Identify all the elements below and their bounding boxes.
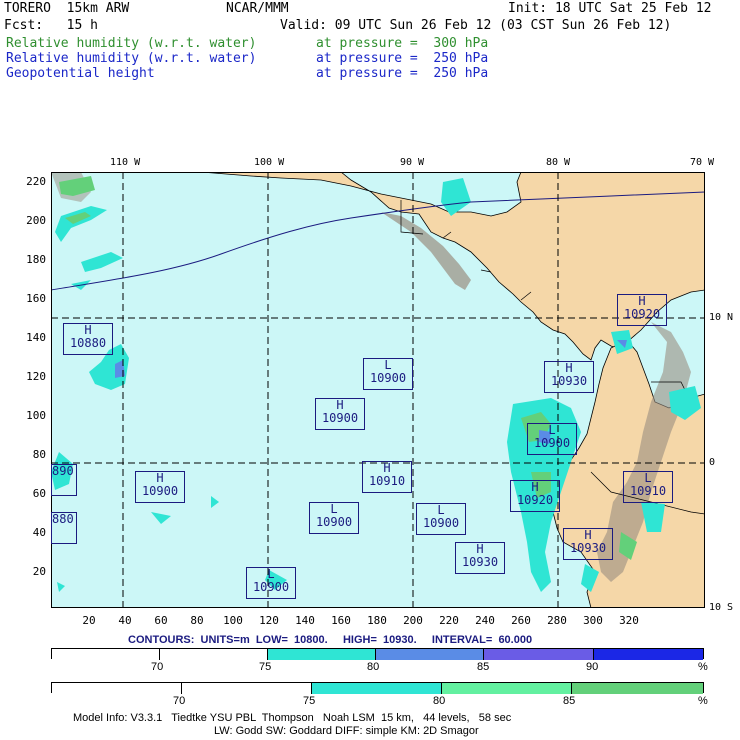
pressure-center-partial: 880 [51, 512, 77, 544]
lon-label-90w: 90 W [400, 157, 425, 168]
y-tick: 100 [26, 409, 46, 422]
pressure-center-high: H 10930 [544, 361, 594, 393]
pressure-center-low: L 10900 [527, 423, 577, 455]
pressure-center-high: H 10920 [510, 480, 560, 512]
field3-name: Geopotential height [6, 66, 155, 81]
colorbar-300hpa [51, 682, 704, 694]
lon-label-110w: 110 W [110, 157, 141, 168]
y-tick: 40 [32, 526, 46, 539]
x-tick: 300 [583, 614, 603, 627]
pressure-center-low: L 10900 [363, 358, 413, 390]
y-tick: 220 [26, 175, 46, 188]
field3-level: at pressure = 250 hPa [316, 66, 489, 81]
model-title: TORERO 15km ARW [4, 1, 130, 16]
field1-level: at pressure = 300 hPa [316, 36, 489, 51]
lon-label-70w: 70 W [690, 157, 715, 168]
x-tick: 120 [259, 614, 279, 627]
pressure-center-high: H 10880 [63, 323, 113, 355]
lon-label-100w: 100 W [254, 157, 285, 168]
colorbar2-tick: 85 [563, 695, 576, 707]
x-tick: 260 [511, 614, 531, 627]
colorbar2-tick: 75 [303, 695, 316, 707]
y-tick: 200 [26, 214, 46, 227]
lat-label-10s: 10 S [709, 602, 734, 613]
colorbar2-tick: 70 [173, 695, 186, 707]
physics-info: LW: Godd SW: Goddard DIFF: simple KM: 2D… [214, 725, 479, 737]
pressure-center-partial: 890 [51, 464, 77, 496]
x-tick: 200 [403, 614, 423, 627]
colorbar1-tick: 80 [367, 661, 380, 673]
pressure-center-high: H 10920 [617, 294, 667, 326]
pressure-center-low: L 10900 [309, 502, 359, 534]
field2-name: Relative humidity (w.r.t. water) [6, 51, 257, 66]
y-tick: 20 [32, 565, 46, 578]
y-tick: 120 [26, 370, 46, 383]
model-info: Model Info: V3.3.1 Tiedtke YSU PBL Thomp… [73, 712, 512, 724]
x-tick: 40 [118, 614, 132, 627]
valid-time: Valid: 09 UTC Sun 26 Feb 12 (03 CST Sun … [280, 18, 672, 33]
x-tick: 100 [223, 614, 243, 627]
pressure-center-high: H 10900 [135, 471, 185, 503]
colorbar2-tick: 80 [433, 695, 446, 707]
contour-info: CONTOURS: UNITS=m LOW= 10800. HIGH= 1093… [128, 634, 533, 646]
x-tick: 160 [331, 614, 351, 627]
x-tick: 80 [190, 614, 204, 627]
colorbar1-tick: 70 [151, 661, 164, 673]
center-label: NCAR/MMM [226, 1, 289, 16]
y-tick: 80 [32, 448, 46, 461]
pressure-center-low: L 10910 [623, 471, 673, 503]
forecast-hour: Fcst: 15 h [4, 18, 98, 33]
y-tick: 160 [26, 292, 46, 305]
pressure-center-high: H 10930 [455, 542, 505, 574]
pressure-center-high: H 10900 [315, 398, 365, 430]
x-tick: 280 [547, 614, 567, 627]
colorbar1-tick: 90 [586, 661, 599, 673]
x-tick: 220 [439, 614, 459, 627]
colorbar1-tick: 85 [477, 661, 490, 673]
pressure-center-low: L 10900 [246, 567, 296, 599]
field2-level: at pressure = 250 hPa [316, 51, 489, 66]
x-tick: 60 [154, 614, 168, 627]
pressure-center-high: H 10930 [563, 528, 613, 560]
y-tick: 180 [26, 253, 46, 266]
pressure-center-high: H 10910 [362, 461, 412, 493]
x-tick: 180 [367, 614, 387, 627]
colorbar-250hpa [51, 648, 704, 660]
colorbar1-unit: % [698, 661, 708, 673]
x-tick: 20 [82, 614, 96, 627]
pressure-center-low: L 10900 [416, 503, 466, 535]
y-tick: 140 [26, 331, 46, 344]
x-tick: 240 [475, 614, 495, 627]
field1-name: Relative humidity (w.r.t. water) [6, 36, 257, 51]
lat-label-10n: 10 N [709, 312, 734, 323]
colorbar1-tick: 75 [259, 661, 272, 673]
lat-label-equator: 0 [709, 457, 716, 468]
x-tick: 140 [295, 614, 315, 627]
x-tick: 320 [619, 614, 639, 627]
colorbar2-unit: % [698, 695, 708, 707]
lon-label-80w: 80 W [546, 157, 571, 168]
y-tick: 60 [32, 487, 46, 500]
init-time: Init: 18 UTC Sat 25 Feb 12 [508, 1, 712, 16]
